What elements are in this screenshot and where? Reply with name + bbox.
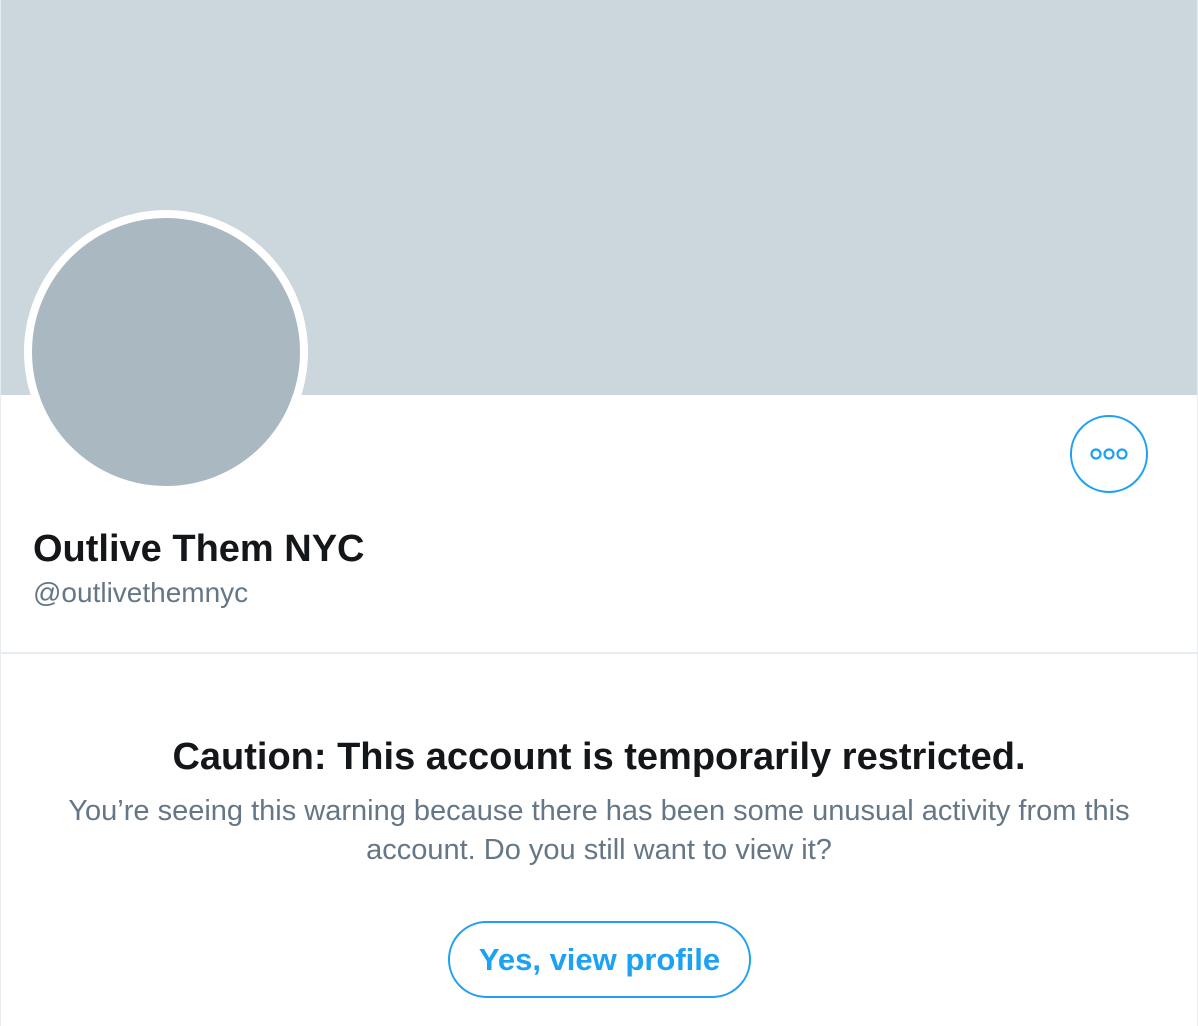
section-divider xyxy=(1,652,1197,654)
restriction-warning: Caution: This account is temporarily res… xyxy=(1,734,1197,870)
profile-page: Outlive Them NYC @outlivethemnyc Caution… xyxy=(0,0,1198,1026)
avatar[interactable] xyxy=(24,210,308,494)
more-horizontal-icon xyxy=(1090,448,1128,460)
view-profile-button[interactable]: Yes, view profile xyxy=(448,921,751,998)
profile-handle: @outlivethemnyc xyxy=(33,577,249,608)
warning-title: Caution: This account is temporarily res… xyxy=(172,736,1026,778)
profile-display-name: Outlive Them NYC xyxy=(33,528,365,570)
more-options-button[interactable] xyxy=(1070,415,1148,493)
warning-message: You’re seeing this warning because there… xyxy=(68,795,1130,866)
